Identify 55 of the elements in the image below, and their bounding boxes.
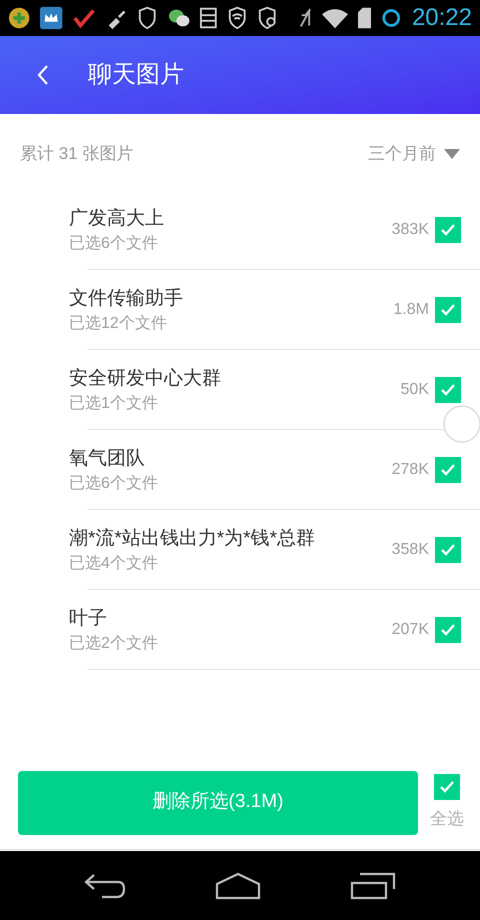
chat-checkbox[interactable] bbox=[435, 617, 461, 643]
check-icon bbox=[440, 463, 456, 477]
chat-checkbox[interactable] bbox=[435, 217, 461, 243]
page-title: 聊天图片 bbox=[88, 60, 184, 90]
sim-icon bbox=[358, 7, 372, 29]
mute-icon bbox=[298, 7, 312, 29]
shield-wifi-icon bbox=[226, 6, 248, 30]
file-size: 358K bbox=[392, 540, 429, 560]
wifi-icon bbox=[322, 7, 348, 29]
delete-selected-button[interactable]: 删除所选(3.1M) bbox=[18, 770, 418, 834]
file-count: 已选4个文件 bbox=[69, 554, 159, 574]
recent-apps-icon[interactable] bbox=[350, 872, 396, 900]
chat-checkbox[interactable] bbox=[435, 377, 461, 403]
check-mark-icon bbox=[72, 8, 95, 28]
check-icon bbox=[439, 780, 455, 794]
check-icon bbox=[440, 223, 456, 237]
chat-name: 广发高大上 bbox=[69, 206, 165, 230]
check-icon bbox=[440, 623, 456, 637]
file-size: 278K bbox=[392, 460, 429, 480]
crown-icon bbox=[40, 6, 63, 30]
check-icon bbox=[440, 543, 456, 557]
select-all-label: 全选 bbox=[430, 808, 464, 830]
caret-icon bbox=[444, 149, 460, 159]
chat-name: 氧气团队 bbox=[69, 446, 146, 470]
file-size: 383K bbox=[392, 220, 429, 240]
shield-icon bbox=[257, 6, 278, 30]
file-count: 已选6个文件 bbox=[69, 474, 159, 494]
back-icon bbox=[36, 64, 50, 86]
server-icon bbox=[200, 7, 217, 29]
file-size: 1.8M bbox=[393, 300, 429, 320]
file-count: 已选12个文件 bbox=[69, 314, 168, 334]
check-icon bbox=[440, 303, 456, 317]
file-size: 50K bbox=[400, 380, 429, 400]
home-nav-icon[interactable] bbox=[214, 872, 261, 900]
file-count: 已选6个文件 bbox=[69, 234, 159, 254]
chat-name: 叶子 bbox=[69, 606, 108, 630]
time-filter-dropdown[interactable]: 三个月前 bbox=[368, 141, 460, 167]
back-nav-icon[interactable] bbox=[84, 872, 126, 898]
check-icon bbox=[440, 383, 456, 397]
file-size: 207K bbox=[392, 620, 429, 640]
chat-checkbox[interactable] bbox=[435, 297, 461, 323]
chat-bubbles-icon bbox=[168, 7, 190, 29]
shield-icon bbox=[137, 6, 158, 30]
app-icon bbox=[8, 6, 30, 30]
ring-icon bbox=[381, 7, 402, 29]
clock: 20:22 bbox=[412, 6, 472, 30]
image-count: 累计 31 张图片 bbox=[20, 143, 134, 166]
chat-name: 安全研发中心大群 bbox=[69, 366, 222, 390]
chat-name: 文件传输助手 bbox=[69, 286, 184, 310]
chat-name: 潮*流*站出钱出力*为*钱*总群 bbox=[69, 526, 316, 550]
file-count: 已选2个文件 bbox=[69, 634, 159, 654]
chat-checkbox[interactable] bbox=[435, 457, 461, 483]
select-all-checkbox[interactable] bbox=[434, 774, 460, 800]
chat-checkbox[interactable] bbox=[435, 537, 461, 563]
file-count: 已选1个文件 bbox=[69, 394, 159, 414]
